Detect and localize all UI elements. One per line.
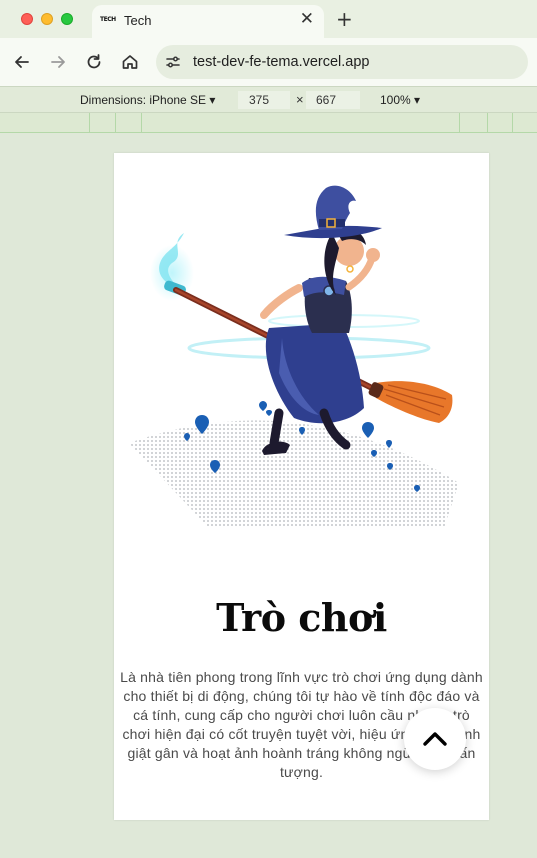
witch-figure xyxy=(260,185,382,455)
zoom-select[interactable]: 100% ▾ xyxy=(380,93,420,107)
forward-icon[interactable] xyxy=(48,52,68,72)
world-map-dots xyxy=(129,420,459,528)
url-text[interactable]: test-dev-fe-tema.vercel.app xyxy=(193,54,370,70)
ruler-tick[interactable] xyxy=(141,113,142,133)
ruler-tick[interactable] xyxy=(89,113,90,133)
magic-flame xyxy=(150,233,194,301)
broom-bristles xyxy=(368,381,453,423)
scroll-to-top-button[interactable] xyxy=(404,708,466,770)
device-toolbar: Dimensions: iPhone SE ▾ 375 × 667 100% ▾ xyxy=(0,86,537,113)
ruler-tick[interactable] xyxy=(459,113,460,133)
chevron-up-icon xyxy=(423,732,447,746)
witch-on-broom-illustration xyxy=(129,185,459,528)
home-icon[interactable] xyxy=(120,52,140,72)
minimize-window-button[interactable] xyxy=(41,13,53,25)
tab-close-icon[interactable]: ✕ xyxy=(300,9,314,29)
device-width-input[interactable]: 375 xyxy=(238,91,290,109)
device-select[interactable]: Dimensions: iPhone SE ▾ xyxy=(80,93,215,107)
tab-title: Tech xyxy=(124,13,152,28)
maximize-window-button[interactable] xyxy=(61,13,73,25)
browser-tab[interactable]: TECH Tech ✕ xyxy=(92,5,324,38)
ruler-tick[interactable] xyxy=(487,113,488,133)
device-screen: Trò chơi Là nhà tiên phong trong lĩnh vự… xyxy=(114,153,489,820)
dimension-separator: × xyxy=(296,92,304,107)
media-query-ruler xyxy=(0,113,537,133)
reload-icon[interactable] xyxy=(84,52,104,72)
page-heading: Trò chơi xyxy=(216,595,387,640)
ruler-tick[interactable] xyxy=(115,113,116,133)
close-window-button[interactable] xyxy=(21,13,33,25)
browser-toolbar: test-dev-fe-tema.vercel.app xyxy=(0,38,537,86)
ruler-tick[interactable] xyxy=(512,113,513,133)
favicon-icon: TECH xyxy=(100,16,116,23)
address-bar[interactable]: test-dev-fe-tema.vercel.app xyxy=(156,45,528,79)
back-icon[interactable] xyxy=(12,52,32,72)
site-info-icon[interactable] xyxy=(165,54,181,70)
new-tab-button[interactable]: + xyxy=(336,7,353,31)
device-height-input[interactable]: 667 xyxy=(306,91,360,109)
tab-bar: TECH Tech ✕ + xyxy=(0,0,537,38)
